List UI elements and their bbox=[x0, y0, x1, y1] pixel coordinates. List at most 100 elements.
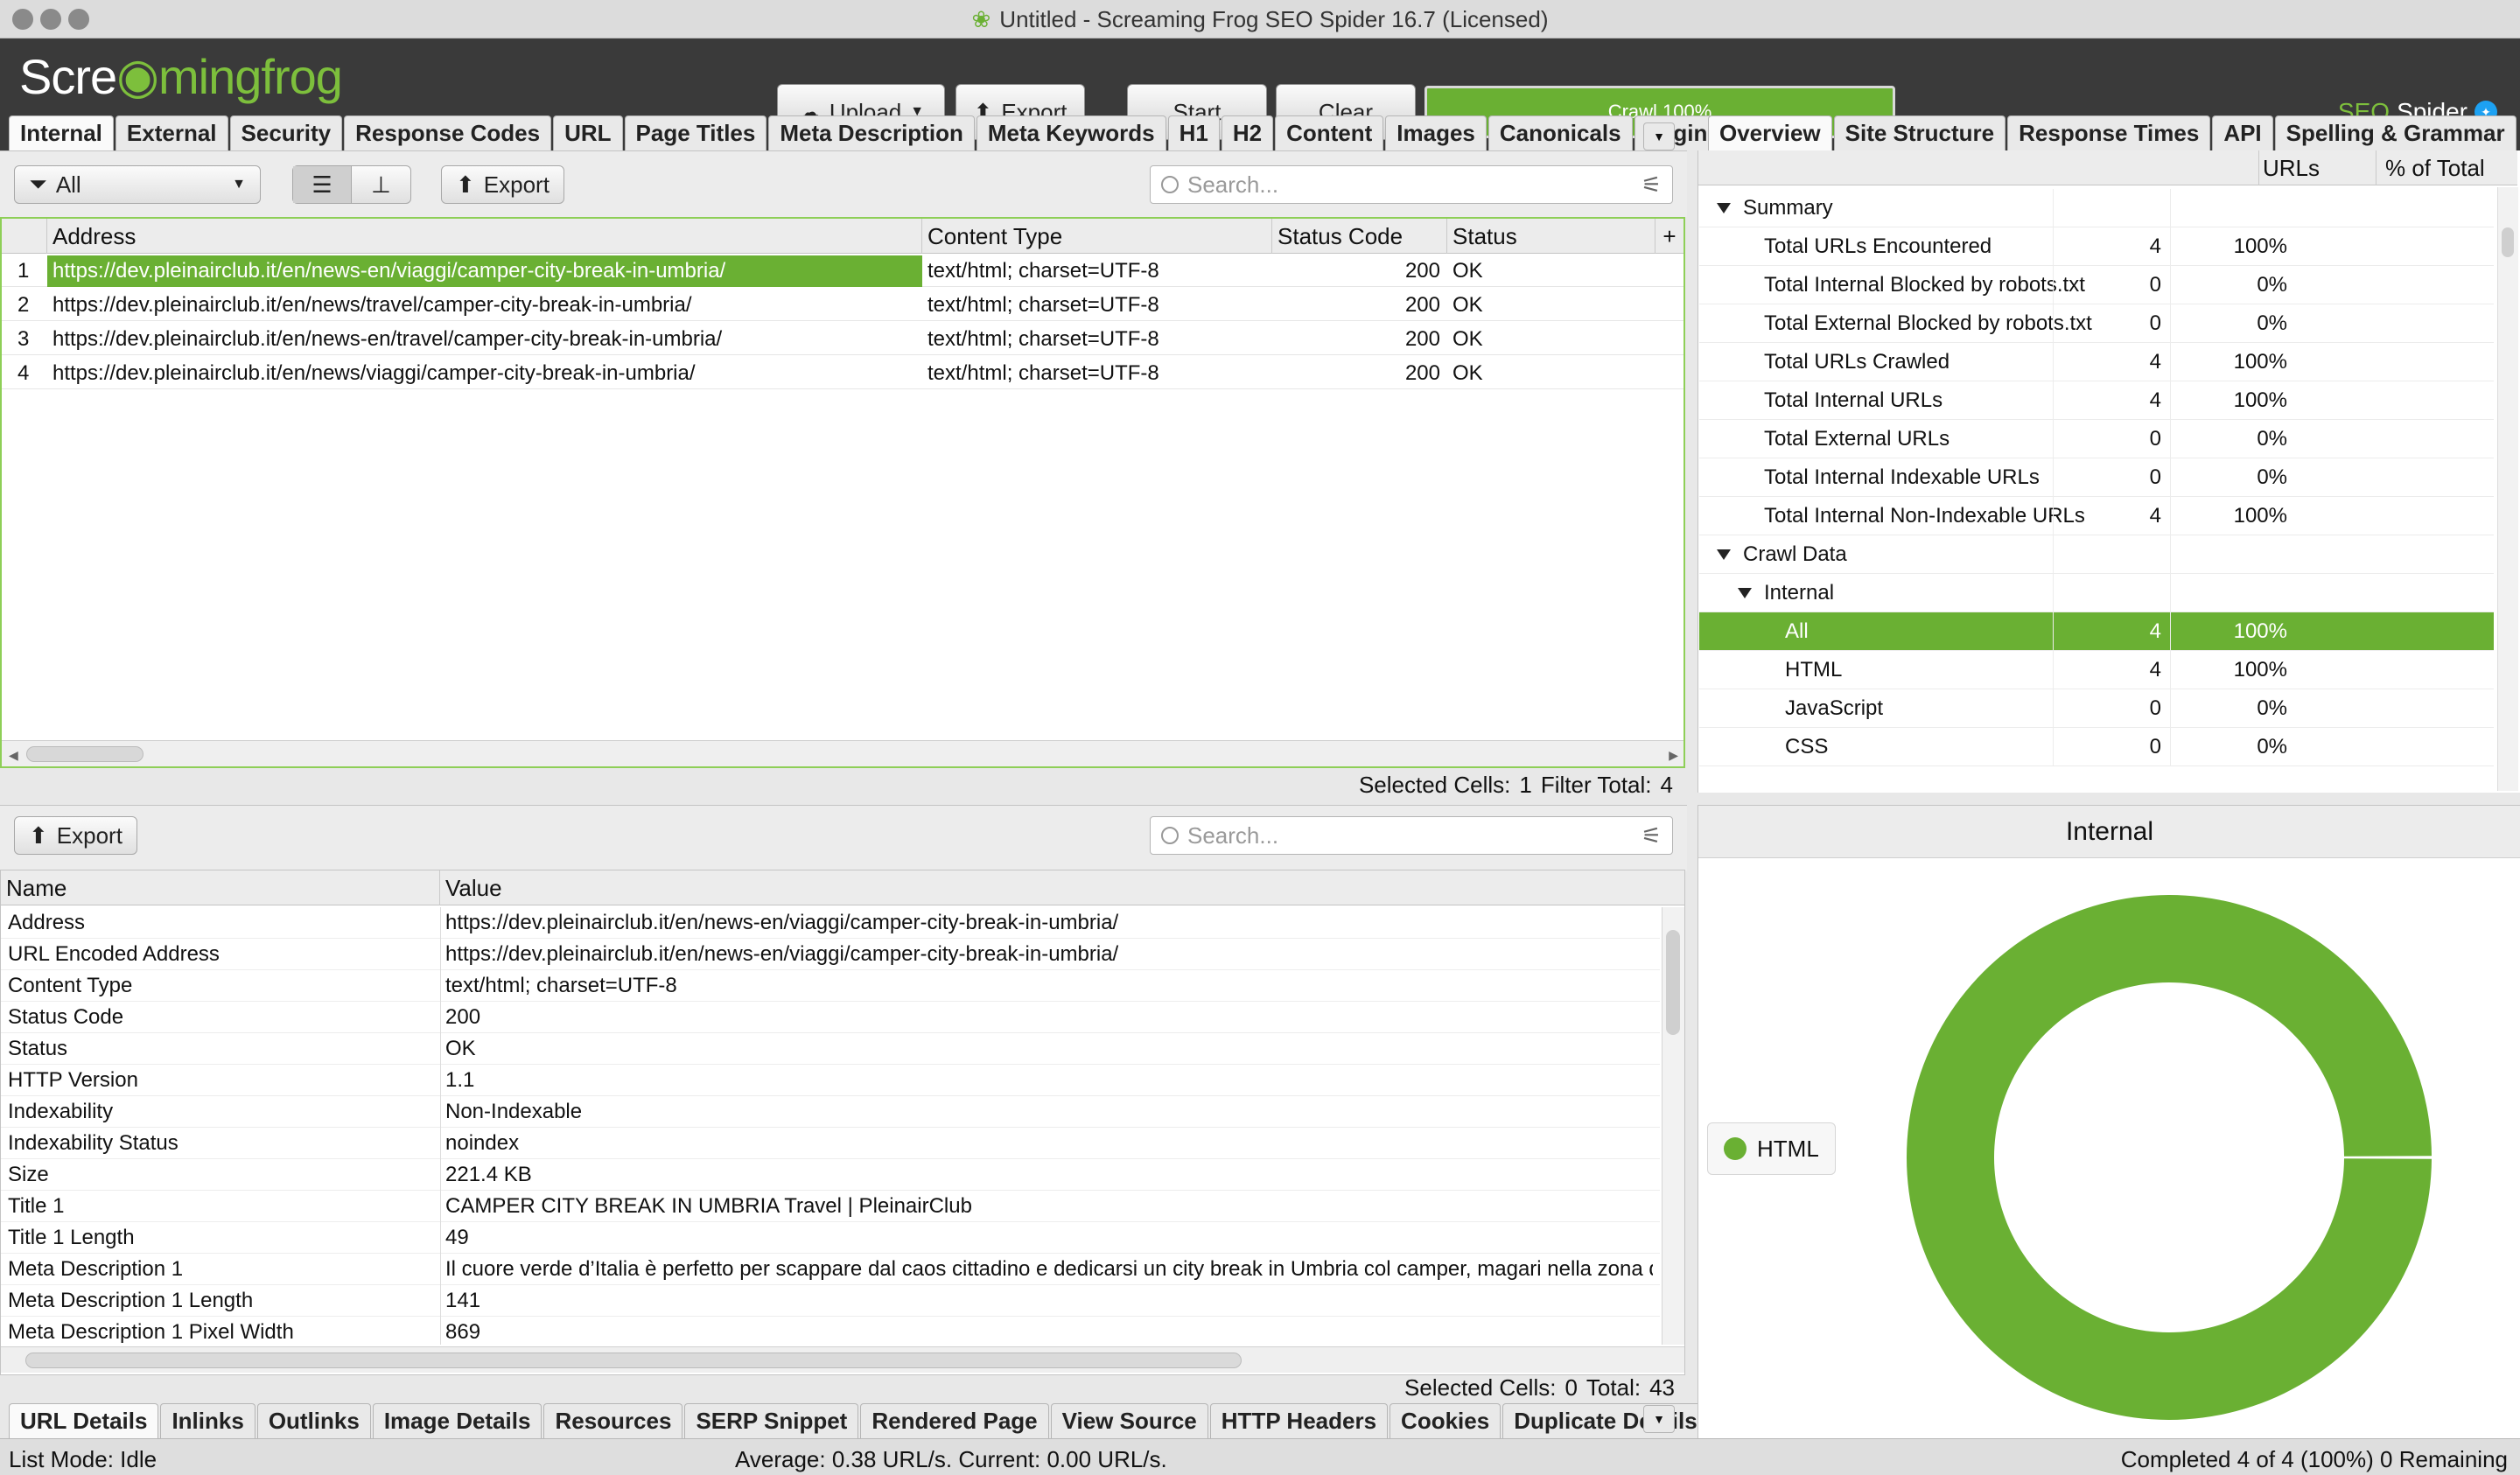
tab-h1[interactable]: H1 bbox=[1167, 115, 1220, 150]
cell-content-type[interactable]: text/html; charset=UTF-8 bbox=[922, 324, 1272, 355]
tab-cookies[interactable]: Cookies bbox=[1390, 1403, 1502, 1438]
tab-site-structure[interactable]: Site Structure bbox=[1833, 115, 2006, 150]
detail-value[interactable]: OK bbox=[445, 1033, 1653, 1065]
scrollbar-thumb[interactable] bbox=[1666, 930, 1680, 1035]
detail-row[interactable]: Status Code 200 bbox=[1, 1002, 1660, 1033]
detail-row[interactable]: Address https://dev.pleinairclub.it/en/ne… bbox=[1, 907, 1660, 939]
expand-triangle-icon[interactable] bbox=[1738, 588, 1752, 598]
expand-triangle-icon[interactable] bbox=[1717, 203, 1731, 213]
cell-status-code[interactable]: 200 bbox=[1272, 324, 1447, 355]
cell-status-code[interactable]: 200 bbox=[1272, 358, 1447, 389]
tree-item[interactable]: All 4 100% bbox=[1699, 612, 2494, 651]
detail-row[interactable]: Meta Description 1 Length 141 bbox=[1, 1285, 1660, 1317]
tab-overview[interactable]: Overview bbox=[1708, 115, 1832, 150]
tree-item[interactable]: Total External Blocked by robots.txt 0 0% bbox=[1699, 304, 2494, 343]
tab-external[interactable]: External bbox=[115, 115, 228, 150]
cell-content-type[interactable]: text/html; charset=UTF-8 bbox=[922, 255, 1272, 287]
detail-value[interactable]: 221.4 KB bbox=[445, 1159, 1653, 1191]
detail-row[interactable]: HTTP Version 1.1 bbox=[1, 1065, 1660, 1096]
detail-value[interactable]: 200 bbox=[445, 1002, 1653, 1033]
detail-value[interactable]: noindex bbox=[445, 1128, 1653, 1159]
tab-security[interactable]: Security bbox=[229, 115, 343, 150]
detail-value[interactable]: Non-Indexable bbox=[445, 1096, 1653, 1128]
detail-value[interactable]: 49 bbox=[445, 1222, 1653, 1254]
detail-value[interactable]: Il cuore verde d’Italia è perfetto per s… bbox=[445, 1254, 1653, 1285]
cell-address[interactable]: https://dev.pleinairclub.it/en/news-en/t… bbox=[47, 324, 922, 355]
cell-status[interactable]: OK bbox=[1447, 255, 1656, 287]
column-header-address[interactable]: Address bbox=[47, 219, 922, 254]
cell-address[interactable]: https://dev.pleinairclub.it/en/news/viag… bbox=[47, 358, 922, 389]
details-horizontal-scrollbar[interactable] bbox=[1, 1346, 1684, 1373]
tree-group[interactable]: Crawl Data bbox=[1699, 535, 2494, 574]
tab-url-details[interactable]: URL Details bbox=[9, 1403, 159, 1438]
cell-status-code[interactable]: 200 bbox=[1272, 255, 1447, 287]
tab-page-titles[interactable]: Page Titles bbox=[624, 115, 767, 150]
column-header-value[interactable]: Value bbox=[440, 870, 1684, 905]
tree-group[interactable]: Summary bbox=[1699, 189, 2494, 227]
details-vertical-scrollbar[interactable] bbox=[1662, 907, 1684, 1345]
tab-content[interactable]: Content bbox=[1275, 115, 1384, 150]
detail-row[interactable]: Content Type text/html; charset=UTF-8 bbox=[1, 970, 1660, 1002]
detail-row[interactable]: Title 1 CAMPER CITY BREAK IN UMBRIA Trave… bbox=[1, 1191, 1660, 1222]
tree-item[interactable]: Total URLs Encountered 4 100% bbox=[1699, 227, 2494, 266]
tab-inlinks[interactable]: Inlinks bbox=[160, 1403, 256, 1438]
tab-spelling-grammar[interactable]: Spelling & Grammar bbox=[2274, 115, 2516, 150]
details-search-input[interactable]: Search... ⚟ bbox=[1150, 816, 1673, 855]
tab-canonicals[interactable]: Canonicals bbox=[1488, 115, 1633, 150]
cell-status-code[interactable]: 200 bbox=[1272, 290, 1447, 321]
tree-item[interactable]: Total External URLs 0 0% bbox=[1699, 420, 2494, 458]
cell-status[interactable]: OK bbox=[1447, 324, 1656, 355]
detail-row[interactable]: Status OK bbox=[1, 1033, 1660, 1065]
grid-search-input[interactable]: Search... ⚟ bbox=[1150, 165, 1673, 204]
horizontal-scrollbar[interactable]: ◀ ▶ bbox=[2, 740, 1684, 766]
tab-response-times[interactable]: Response Times bbox=[2007, 115, 2211, 150]
table-row[interactable]: 1 https://dev.pleinairclub.it/en/news-en/… bbox=[2, 255, 1684, 287]
tab-outlinks[interactable]: Outlinks bbox=[256, 1403, 371, 1438]
tab-meta-description[interactable]: Meta Description bbox=[768, 115, 975, 150]
tab-response-codes[interactable]: Response Codes bbox=[344, 115, 552, 150]
cell-address[interactable]: https://dev.pleinairclub.it/en/news/trav… bbox=[47, 290, 922, 321]
detail-value[interactable]: 869 bbox=[445, 1317, 1653, 1345]
tab-image-details[interactable]: Image Details bbox=[372, 1403, 542, 1438]
list-view-icon[interactable]: ☰ bbox=[293, 166, 352, 203]
table-row[interactable]: 3 https://dev.pleinairclub.it/en/news-en/… bbox=[2, 324, 1684, 355]
detail-value[interactable]: text/html; charset=UTF-8 bbox=[445, 970, 1653, 1002]
tab-view-source[interactable]: View Source bbox=[1050, 1403, 1208, 1438]
tab-rendered-page[interactable]: Rendered Page bbox=[860, 1403, 1049, 1438]
scrollbar-thumb[interactable] bbox=[26, 746, 144, 762]
tab-h2[interactable]: H2 bbox=[1221, 115, 1274, 150]
scroll-left-icon[interactable]: ◀ bbox=[9, 748, 18, 763]
tree-group[interactable]: Internal bbox=[1699, 574, 2494, 612]
scrollbar-thumb[interactable] bbox=[25, 1353, 1242, 1368]
detail-value[interactable]: 141 bbox=[445, 1285, 1653, 1317]
column-header-content-type[interactable]: Content Type bbox=[922, 219, 1272, 254]
grid-export-button[interactable]: ⬆ Export bbox=[441, 165, 564, 204]
search-options-icon[interactable]: ⚟ bbox=[1642, 822, 1662, 849]
tree-item[interactable]: HTML 4 100% bbox=[1699, 651, 2494, 689]
detail-value[interactable]: https://dev.pleinairclub.it/en/news-en/v… bbox=[445, 939, 1653, 970]
detail-row[interactable]: Indexability Status noindex bbox=[1, 1128, 1660, 1159]
tab-duplicate-details[interactable]: Duplicate Details bbox=[1502, 1403, 1709, 1438]
overview-vertical-scrollbar[interactable] bbox=[2497, 187, 2518, 791]
filter-dropdown[interactable]: ⏷ All ▼ bbox=[14, 165, 261, 204]
tab-meta-keywords[interactable]: Meta Keywords bbox=[976, 115, 1166, 150]
detail-row[interactable]: Meta Description 1 Pixel Width 869 bbox=[1, 1317, 1660, 1345]
table-row[interactable]: 2 https://dev.pleinairclub.it/en/news/tra… bbox=[2, 290, 1684, 321]
tree-item[interactable]: JavaScript 0 0% bbox=[1699, 689, 2494, 728]
tree-view-icon[interactable]: ⊥ bbox=[352, 166, 410, 203]
detail-value[interactable]: https://dev.pleinairclub.it/en/news-en/v… bbox=[445, 907, 1653, 939]
detail-row[interactable]: Title 1 Length 49 bbox=[1, 1222, 1660, 1254]
detail-row[interactable]: URL Encoded Address https://dev.pleinairc… bbox=[1, 939, 1660, 970]
tab-serp-snippet[interactable]: SERP Snippet bbox=[684, 1403, 859, 1438]
more-tabs-chevron-icon[interactable]: ▼ bbox=[1643, 122, 1675, 150]
cell-status[interactable]: OK bbox=[1447, 290, 1656, 321]
detail-row[interactable]: Meta Description 1 Il cuore verde d’Itali… bbox=[1, 1254, 1660, 1285]
tab-url[interactable]: URL bbox=[553, 115, 623, 150]
column-header-status-code[interactable]: Status Code bbox=[1272, 219, 1447, 254]
cell-address[interactable]: https://dev.pleinairclub.it/en/news-en/v… bbox=[47, 255, 922, 287]
tab-http-headers[interactable]: HTTP Headers bbox=[1209, 1403, 1389, 1438]
tab-internal[interactable]: Internal bbox=[9, 115, 114, 150]
column-header-name[interactable]: Name bbox=[1, 870, 440, 905]
tree-item[interactable]: Total Internal Indexable URLs 0 0% bbox=[1699, 458, 2494, 497]
tree-item[interactable]: CSS 0 0% bbox=[1699, 728, 2494, 766]
